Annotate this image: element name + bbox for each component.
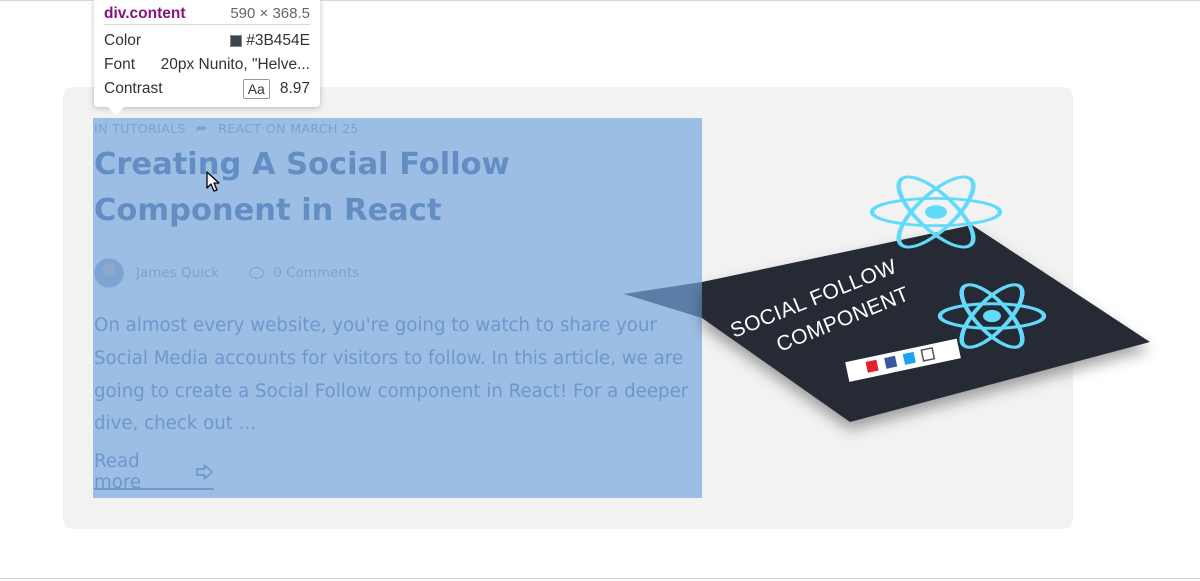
- tag-icon: ⮫: [196, 122, 208, 136]
- arrow-right-icon: [195, 464, 213, 480]
- comment-icon: [249, 267, 265, 279]
- avatar: [94, 258, 124, 288]
- cursor-icon: [206, 171, 220, 192]
- contrast-label: Contrast: [104, 80, 163, 97]
- author-name[interactable]: James Quick: [136, 265, 219, 281]
- tooltip-font-row: Font 20px Nunito, "Helve...: [104, 54, 310, 76]
- color-label: Color: [104, 32, 142, 49]
- color-value-group: #3B454E: [230, 32, 310, 50]
- contrast-value-group: Aa 8.97: [242, 79, 310, 99]
- inspector-tooltip: div.content 590 × 368.5 Color #3B454E Fo…: [94, 0, 320, 115]
- tooltip-color-row: Color #3B454E: [104, 30, 310, 52]
- read-more-link[interactable]: Read more: [94, 451, 214, 493]
- post-tag[interactable]: REACT ON MARCH 25: [218, 121, 359, 136]
- color-value: #3B454E: [246, 32, 310, 49]
- comments-link[interactable]: 0 Comments: [273, 265, 359, 281]
- post-category[interactable]: IN TUTORIALS: [94, 121, 186, 136]
- font-value: 20px Nunito, "Helve...: [160, 56, 310, 73]
- element-size: 590 × 368.5: [230, 5, 310, 22]
- read-more-label: Read more: [94, 451, 142, 493]
- element-selector: div.content: [104, 4, 186, 22]
- contrast-value: 8.97: [279, 80, 310, 97]
- tooltip-header: div.content 590 × 368.5: [104, 3, 310, 25]
- tooltip-contrast-row: Contrast Aa 8.97: [104, 78, 310, 100]
- post-meta: IN TUTORIALS ⮫ REACT ON MARCH 25: [94, 121, 359, 137]
- post-thumbnail[interactable]: SOCIAL FOLLOW COMPONENT: [610, 160, 1170, 460]
- author-row: James Quick 0 Comments: [94, 257, 359, 289]
- font-label: Font: [104, 56, 136, 73]
- bottom-border: [0, 578, 1200, 579]
- color-swatch: [230, 35, 243, 47]
- contrast-aa-badge: Aa: [242, 79, 270, 99]
